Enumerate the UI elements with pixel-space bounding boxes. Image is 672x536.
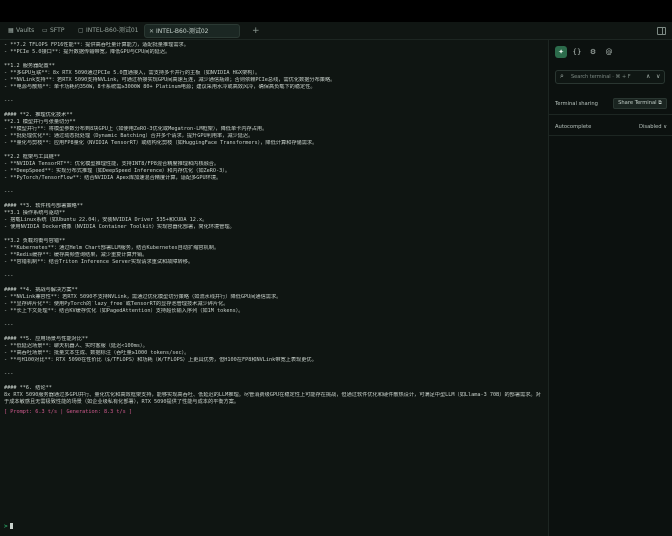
terminal-line: - **显存碎片化**：使用PyTorch的`lazy_free`或Tensor… [4, 301, 229, 307]
terminal-lines: - **7.2 TFLOPS FP16性能**：提供高吞吐量计算能力，适配批量推… [4, 42, 544, 392]
tab-label: SFTP [50, 27, 65, 34]
tab-sftp[interactable]: ▭ SFTP [38, 24, 68, 38]
terminal-line: - **PCIe 5.0接口**：提升数据传输带宽，降低GPU与CPU间的延迟。 [4, 49, 171, 55]
search-placeholder: Search terminal · ⌘ + F [571, 74, 631, 80]
terminal-line: - **NVLink兼容性**：若RTX 5090不支持NVLink，需通过优化… [4, 294, 282, 300]
search-icon: ⌕ [560, 72, 564, 80]
terminal-line: #### **2. 推理优化技术** [4, 112, 73, 118]
terminal-conclusion: 8x RTX 5090服务器通过多GPU并行、量化优化和高效框架支持，能够实现高… [4, 392, 541, 405]
prompt-symbol: > [4, 523, 8, 530]
terminal-line: - **高吞吐场景**：批量文本生成、数据标注（吞吐量≥1000 tokens/… [4, 350, 190, 356]
terminal-line: --- [4, 189, 14, 195]
terminal-line: --- [4, 322, 14, 328]
gear-icon[interactable]: ⚙ [587, 46, 599, 58]
sidebar-toggle-icon[interactable] [657, 27, 666, 35]
terminal-line: #### **6. 结论** [4, 385, 52, 391]
divider [549, 135, 672, 136]
terminal-line: - **PyTorch/TensorFlow**：结合NVIDIA Apex库加… [4, 175, 222, 181]
tab-label: Vaults [16, 27, 35, 34]
terminal-line: **2.2 框架与工具链** [4, 154, 61, 160]
vault-icon: ▦ [8, 27, 14, 34]
share-terminal-label: Share Terminal [618, 100, 657, 106]
terminal-line: - **容错机制**：结合Triton Inference Server实现请求… [4, 259, 194, 265]
terminal-line: - **电源与散热**：单卡功耗约350W，8卡系统需≥3000W 80+ Pl… [4, 84, 316, 90]
terminal-line: - 搭载Linux系统（如Ubuntu 22.04），安装NVIDIA Driv… [4, 217, 208, 223]
terminal-line: - **7.2 TFLOPS FP16性能**：提供高吞吐量计算能力，适配批量推… [4, 42, 189, 48]
terminal-line: - **NVLink支持**：若RTX 5090支持NVLink，可通过桥接实现… [4, 77, 336, 83]
terminal-line: **3.2 负载均衡与容错** [4, 238, 66, 244]
tab-vaults[interactable]: ▦ Vaults [4, 24, 34, 38]
chevron-down-icon[interactable]: ∨ [656, 73, 660, 80]
search-terminal-input[interactable]: ⌕ Search terminal · ⌘ + F ∧ ∨ [555, 70, 665, 84]
chevron-up-icon[interactable]: ∧ [646, 73, 650, 80]
terminal-line: - **NVIDIA TensorRT**：优化模型推理性能，支持INT8/FP… [4, 161, 220, 167]
tab-intel-b60-01[interactable]: ▢ INTEL-B60-测试01 [74, 24, 140, 38]
cursor [9, 523, 13, 529]
tab-intel-b60-02[interactable]: ✕ INTEL-B60-测试02 [144, 24, 240, 38]
terminal-line: **2.1 模型并行与张量切分** [4, 119, 76, 125]
terminal-line: #### **4. 挑战与解决方案** [4, 287, 78, 293]
terminal-line: #### **3. 软件栈与部署策略** [4, 203, 83, 209]
terminal-line: --- [4, 371, 14, 377]
terminal-line: - **多GPU互联**：8x RTX 5090通过PCIe 5.0直通接入，需… [4, 70, 261, 76]
terminal-line: - 使用NVIDIA Docker镜像（NVIDIA Container Too… [4, 224, 235, 230]
tab-label: INTEL-B60-测试02 [156, 28, 209, 35]
divider [549, 114, 672, 115]
window-top-bar [0, 0, 672, 22]
tab-label: INTEL-B60-测试01 [86, 27, 139, 34]
terminal-line: - **长上下文处理**：结合KV缓存优化（如PagedAttention）支持… [4, 308, 244, 314]
terminal-line: - **Kubernetes**：通过Helm Chart部署LLM服务，结合K… [4, 245, 220, 251]
ai-assistant-icon[interactable]: ✦ [555, 46, 567, 58]
folder-icon: ▭ [42, 27, 48, 34]
autocomplete-label: Autocomplete [555, 124, 592, 130]
autocomplete-row: Autocomplete Disabled ∨ [555, 124, 667, 130]
share-icon: ⧉ [658, 100, 662, 106]
terminal-line: - **DeepSpeed**：实现分布式推理（如DeepSpeed Infer… [4, 168, 231, 174]
terminal-prompt[interactable]: > [4, 523, 13, 530]
chevron-down-icon: ∨ [663, 124, 667, 130]
terminal-icon: ▢ [78, 27, 84, 34]
share-terminal-button[interactable]: Share Terminal ⧉ [613, 98, 667, 109]
add-tab-icon[interactable]: + [252, 26, 260, 36]
terminal-line: - **与H100对比**：RTX 5090在性价比（$/TFLOPS）和功耗（… [4, 357, 317, 363]
terminal-line: **1.2 服务器配置** [4, 63, 55, 69]
terminal-line: - **批处理优化**：通过动态批处理（Dynamic Batching）合并多… [4, 133, 254, 139]
terminal-output[interactable]: - **7.2 TFLOPS FP16性能**：提供高吞吐量计算能力，适配批量推… [0, 40, 548, 536]
tab-bar: ▦ Vaults ▭ SFTP ▢ INTEL-B60-测试01 ✕ INTEL-B60… [0, 22, 672, 40]
code-braces-icon[interactable]: {} [571, 46, 583, 58]
close-icon[interactable]: ✕ [149, 28, 154, 35]
autocomplete-select[interactable]: Disabled ∨ [639, 124, 667, 130]
terminal-sharing-label: Terminal sharing [555, 101, 598, 107]
right-sidebar: ✦ {} ⚙ @ ⌕ Search terminal · ⌘ + F ∧ ∨ T… [548, 40, 672, 536]
autocomplete-value: Disabled [638, 124, 662, 130]
terminal-sharing-row: Terminal sharing Share Terminal ⧉ [555, 98, 667, 109]
generation-stats: [ Prompt: 6.3 t/s | Generation: 8.3 t/s … [4, 409, 133, 415]
terminal-line: - **模型并行**：将模型参数分布到8块GPU上（如使用ZeRO-3优化或Me… [4, 126, 268, 132]
terminal-line: #### **5. 应用场景与性能对比** [4, 336, 89, 342]
terminal-line: --- [4, 98, 14, 104]
terminal-line: - **低延迟场景**：聊天机器人、实时客服（延迟<100ms）。 [4, 343, 148, 349]
terminal-line: --- [4, 273, 14, 279]
terminal-line: - **Redis缓存**：缓存高频查询结果，减少重复计算开销。 [4, 252, 148, 258]
at-sign-icon[interactable]: @ [603, 46, 615, 58]
terminal-line: **3.1 操作系统与驱动** [4, 210, 66, 216]
terminal-line: - **量化与剪枝**：应用FP8量化（NVIDIA TensorRT）或结构化… [4, 140, 318, 146]
